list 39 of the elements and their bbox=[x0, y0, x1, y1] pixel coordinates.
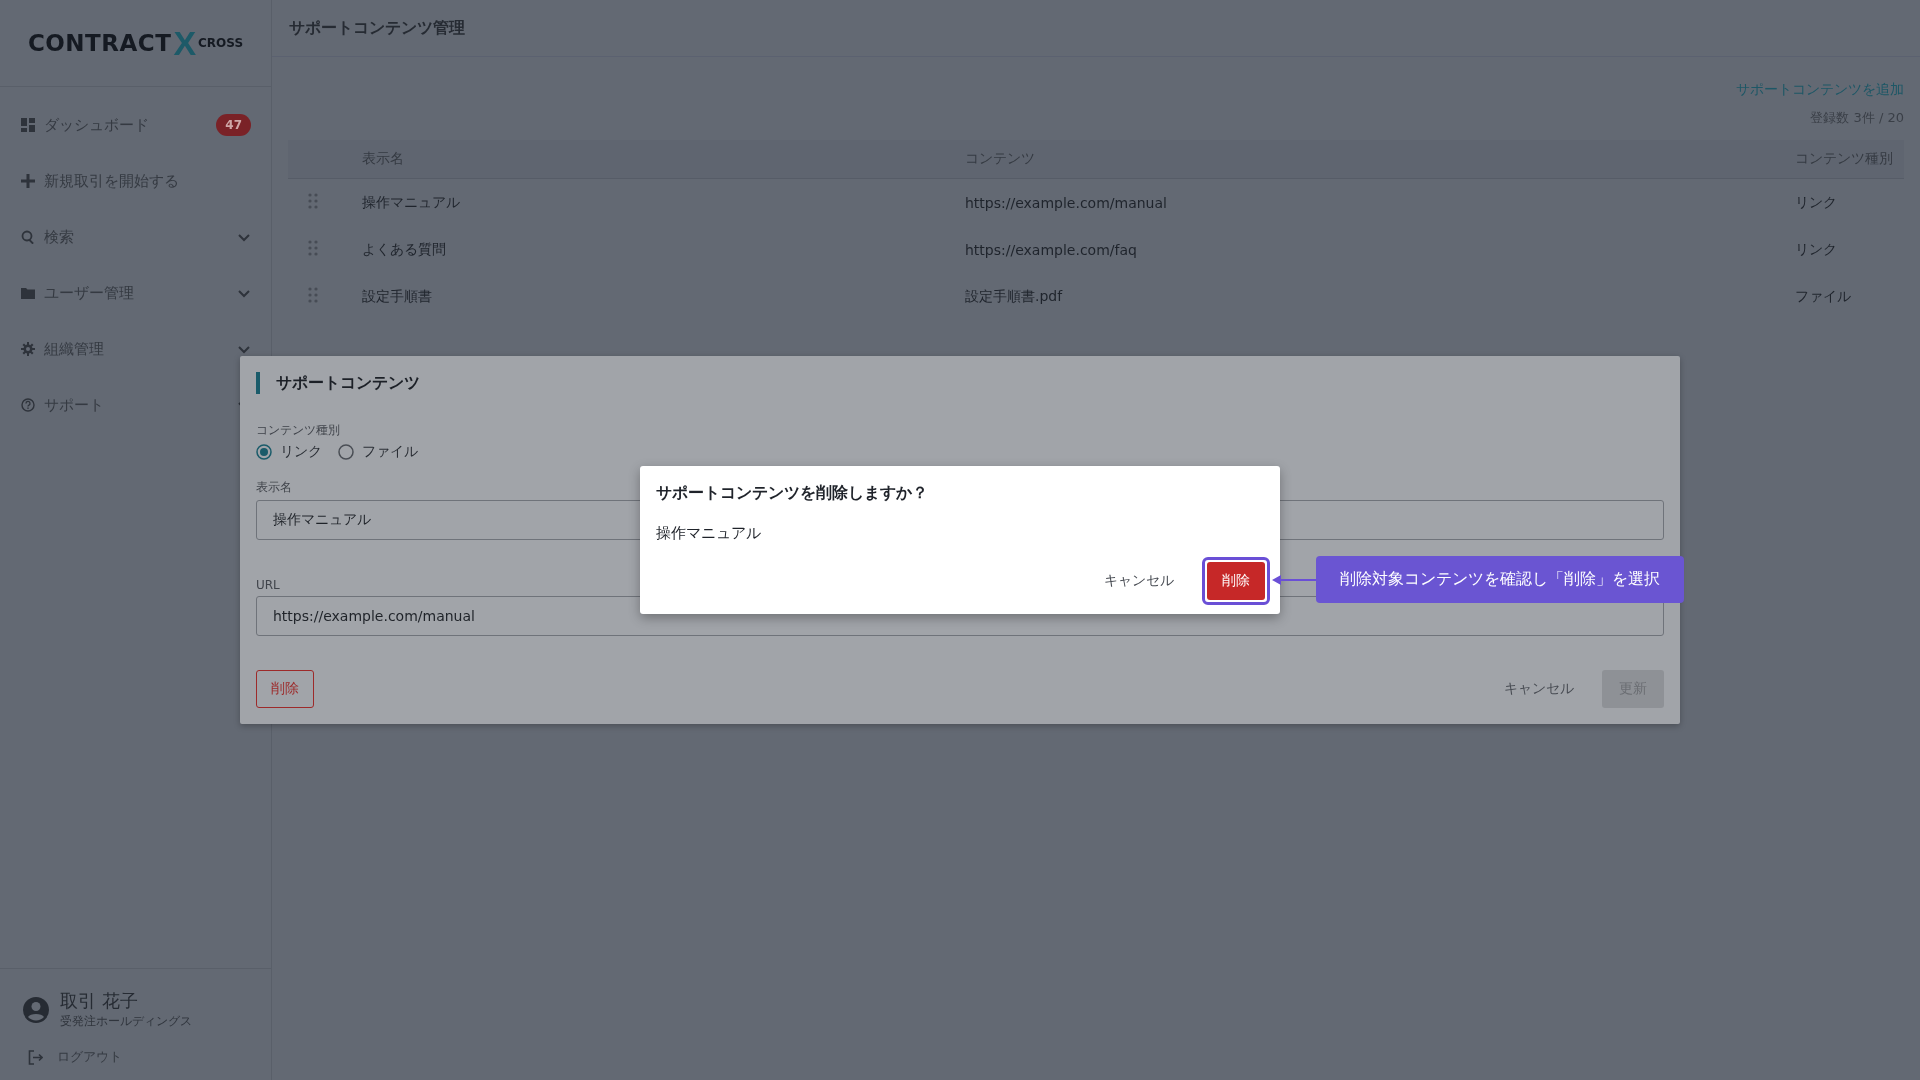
table-cell: 操作マニュアル bbox=[361, 178, 964, 226]
arrow-icon bbox=[1272, 573, 1316, 586]
gear-icon bbox=[21, 342, 35, 356]
dialog-title: サポートコンテンツ bbox=[256, 372, 1664, 394]
delete-button[interactable]: 削除 bbox=[1207, 562, 1265, 600]
drag-handle-icon bbox=[308, 240, 318, 256]
page-title: サポートコンテンツ管理 bbox=[272, 0, 1920, 57]
table-cell-text: https://example.com/faq bbox=[964, 240, 1138, 260]
avatar-icon bbox=[22, 995, 50, 1024]
dialog-message: 操作マニュアル bbox=[656, 524, 762, 543]
plus-icon bbox=[21, 174, 35, 188]
count-badge: 47 bbox=[216, 114, 251, 136]
table-cell-text: 設定手順書 bbox=[361, 286, 433, 306]
grid-icon bbox=[21, 118, 35, 132]
drag-handle-icon bbox=[308, 287, 318, 303]
table-cell: リンク bbox=[1794, 178, 1904, 226]
table-cell-text: 設定手順書.pdf bbox=[964, 286, 1064, 306]
radio-button[interactable] bbox=[338, 444, 354, 460]
table-cell-text: リンク bbox=[1794, 239, 1838, 259]
table-cell-text: ファイル bbox=[1794, 286, 1852, 306]
drag-handle-icon bbox=[308, 193, 318, 209]
user-name: 取引 花子 bbox=[60, 989, 139, 1013]
radio-option[interactable]: リンク bbox=[256, 443, 322, 461]
radio-option[interactable]: ファイル bbox=[338, 443, 418, 461]
help-icon bbox=[21, 398, 35, 412]
cancel-button[interactable]: キャンセル bbox=[1490, 671, 1588, 707]
table-cell-text: よくある質問 bbox=[361, 239, 447, 259]
field-label: URL bbox=[256, 578, 280, 592]
search-icon bbox=[21, 230, 35, 244]
field-label: コンテンツ種別 bbox=[256, 422, 340, 439]
table-cell: https://example.com/manual bbox=[964, 178, 1794, 226]
folder-icon bbox=[21, 286, 35, 300]
delete-button[interactable]: 削除 bbox=[256, 670, 314, 708]
field-label: 表示名 bbox=[256, 479, 292, 496]
radio-button[interactable] bbox=[256, 444, 272, 460]
callout-label: 削除対象コンテンツを確認し「削除」を選択 bbox=[1316, 556, 1684, 603]
logout-icon bbox=[28, 1049, 43, 1065]
cancel-button[interactable]: キャンセル bbox=[1090, 563, 1188, 599]
dialog-title: サポートコンテンツを削除しますか？ bbox=[656, 483, 929, 504]
